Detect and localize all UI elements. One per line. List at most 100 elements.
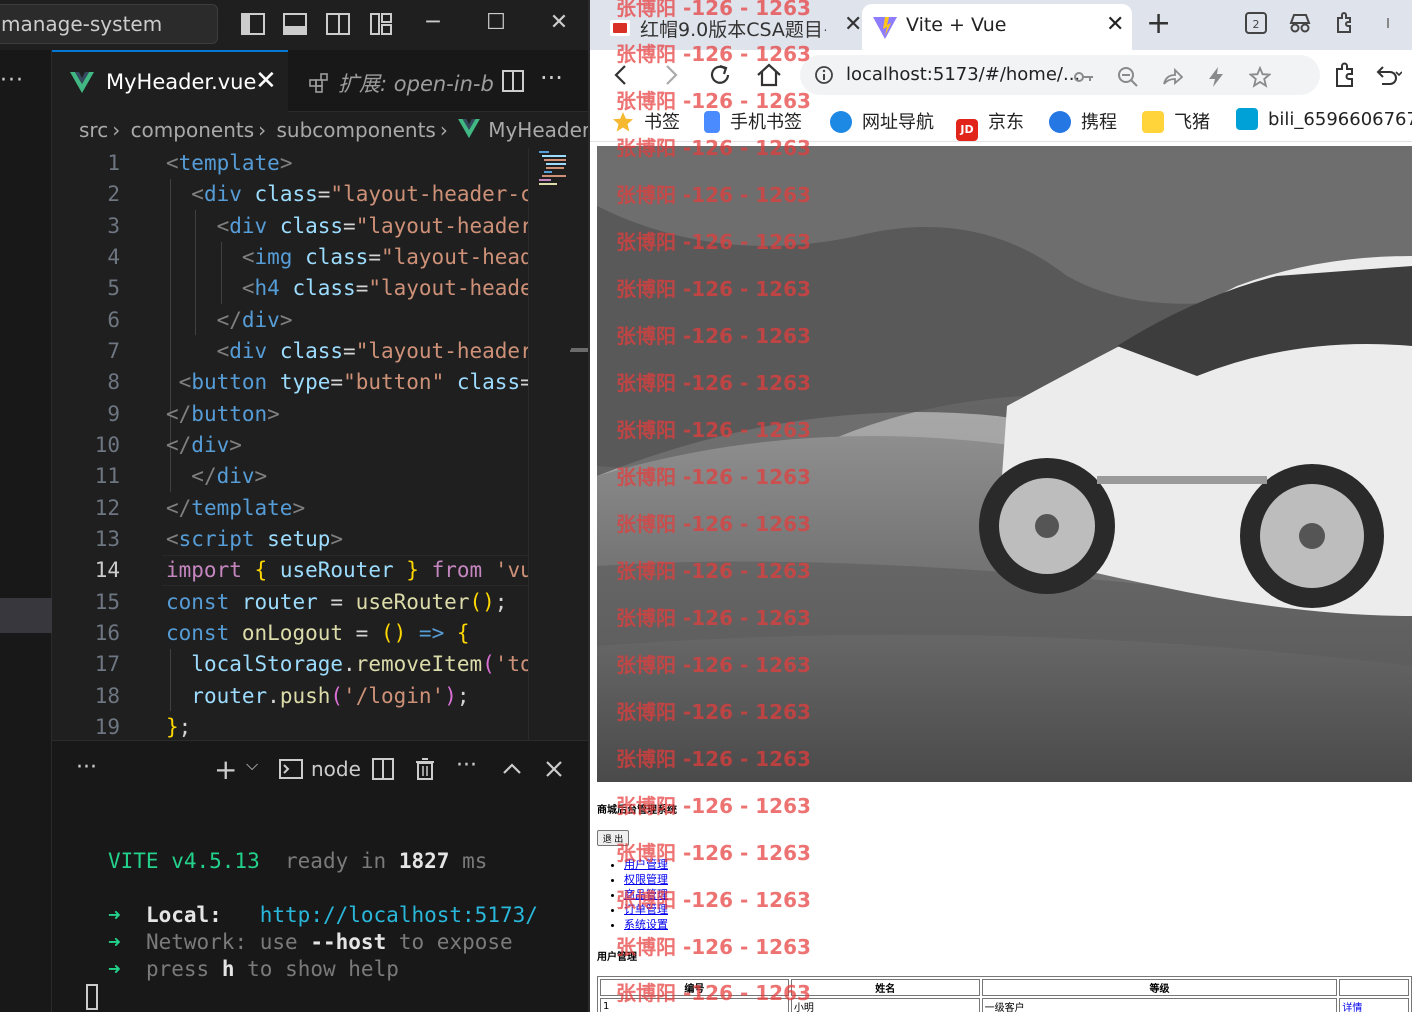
editor-tab-bar: MyHeader.vue ✕ 扩展: open-in-b ··· bbox=[52, 50, 590, 112]
browser-tab-bar: 红帽9.0版本CSA题目+答 ✕ Vite + Vue ✕ + 2 bbox=[590, 0, 1412, 50]
local-url-link[interactable]: http://localhost:5173/ bbox=[260, 903, 538, 927]
code-editor[interactable]: 1 <template> 2 <div class="layout-header-… bbox=[52, 148, 528, 740]
undo-menu-icon[interactable] bbox=[1372, 60, 1403, 90]
share-icon[interactable] bbox=[1161, 66, 1184, 88]
maximize-panel-icon[interactable] bbox=[500, 757, 524, 787]
breadcrumb-item[interactable]: src bbox=[79, 118, 108, 142]
close-tab-icon[interactable]: ✕ bbox=[1106, 12, 1124, 37]
back-icon[interactable] bbox=[606, 60, 636, 90]
menu-item: 商品管理 bbox=[624, 887, 668, 902]
code-line: 5 <h4 class="layout-heade bbox=[52, 273, 528, 304]
menu-link-users[interactable]: 用户管理 bbox=[624, 858, 668, 871]
code-line: 18 router.push('/login'); bbox=[52, 681, 528, 712]
code-line: 19}; bbox=[52, 712, 528, 740]
code-line: 8 <button type="button" class= bbox=[52, 367, 528, 398]
menu-link-settings[interactable]: 系统设置 bbox=[624, 918, 668, 931]
panel-more-icon[interactable]: ··· bbox=[76, 755, 97, 780]
bookmark-item[interactable]: JD 京东 bbox=[956, 108, 1024, 141]
cell-level: 一级客户 bbox=[981, 998, 1338, 1012]
kill-terminal-icon[interactable] bbox=[413, 757, 437, 787]
column-header: 编号 bbox=[600, 979, 789, 996]
tab-count-icon[interactable]: 2 bbox=[1243, 10, 1269, 36]
minimize-button[interactable]: ─ bbox=[418, 8, 448, 38]
more-actions-icon[interactable]: ··· bbox=[540, 64, 563, 92]
password-key-icon[interactable] bbox=[1073, 66, 1095, 88]
terminal-more-icon[interactable]: ··· bbox=[456, 753, 477, 778]
zoom-out-icon[interactable] bbox=[1117, 66, 1139, 88]
close-panel-icon[interactable] bbox=[542, 757, 566, 787]
cell-id: 1 bbox=[600, 998, 789, 1012]
breadcrumb-item[interactable]: components bbox=[131, 118, 255, 142]
split-editor-icon[interactable] bbox=[501, 69, 525, 93]
menu-link-orders[interactable]: 订单管理 bbox=[624, 903, 668, 916]
extension-icon[interactable] bbox=[1330, 60, 1360, 90]
toggle-secondary-sidebar-icon[interactable] bbox=[325, 11, 351, 37]
line-number: 15 bbox=[94, 590, 120, 614]
close-tab-icon[interactable]: ✕ bbox=[255, 66, 277, 96]
terminal-selector[interactable]: node bbox=[279, 757, 361, 781]
new-tab-button[interactable]: + bbox=[1146, 6, 1171, 41]
tab-vite-vue[interactable]: Vite + Vue ✕ bbox=[862, 4, 1132, 50]
bookmark-item[interactable]: bili_65966067671... bbox=[1236, 108, 1412, 130]
close-tab-icon[interactable]: ✕ bbox=[844, 12, 862, 37]
terminal-icon bbox=[279, 759, 303, 779]
breadcrumb-item[interactable]: MyHeader bbox=[488, 118, 590, 142]
line-number: 2 bbox=[107, 182, 120, 206]
bookmark-item[interactable]: 手机书签 bbox=[704, 108, 802, 134]
menu-link-products[interactable]: 商品管理 bbox=[624, 888, 668, 901]
more-icon[interactable]: ··· bbox=[0, 68, 24, 93]
browser-toolbar: localhost:5173/#/home/... bbox=[590, 50, 1412, 100]
incognito-icon[interactable] bbox=[1287, 10, 1313, 36]
split-terminal-icon[interactable] bbox=[371, 757, 395, 787]
reload-icon[interactable] bbox=[705, 60, 735, 90]
cell-name: 小明 bbox=[790, 998, 980, 1012]
address-bar[interactable]: localhost:5173/#/home/... bbox=[800, 55, 1320, 95]
forward-icon[interactable] bbox=[656, 60, 686, 90]
menu-item: 权限管理 bbox=[624, 872, 668, 887]
code-line: 3 <div class="layout-header bbox=[52, 211, 528, 242]
vue-file-icon bbox=[70, 72, 94, 93]
tab-extension[interactable]: 扩展: open-in-b bbox=[308, 68, 494, 98]
activity-bar: ··· bbox=[0, 50, 52, 1012]
bookmarks-bar: 书签 手机书签 网址导航 JD京东 携程 飞猪 bili_65966067671… bbox=[590, 100, 1412, 142]
line-number: 10 bbox=[94, 433, 120, 457]
line-number: 3 bbox=[107, 214, 120, 238]
activity-selected-item[interactable] bbox=[0, 598, 52, 633]
bookmark-item[interactable]: 飞猪 bbox=[1142, 108, 1210, 134]
new-terminal-icon[interactable]: + bbox=[214, 753, 237, 786]
customize-layout-icon[interactable] bbox=[368, 11, 394, 37]
command-center-search[interactable]: manage-system bbox=[0, 4, 218, 44]
edge-icon bbox=[830, 111, 852, 133]
maximize-button[interactable]: ☐ bbox=[481, 8, 511, 38]
line-number: 4 bbox=[107, 245, 120, 269]
details-link[interactable]: 详情 bbox=[1342, 1003, 1362, 1012]
sash-handle[interactable] bbox=[570, 350, 590, 352]
chevron-down-icon[interactable]: ⌵ bbox=[246, 755, 258, 775]
breadcrumb-item[interactable]: subcomponents bbox=[277, 118, 436, 142]
tab-title: 红帽9.0版本CSA题目+答 bbox=[640, 19, 826, 41]
menu-link-permissions[interactable]: 权限管理 bbox=[624, 873, 668, 886]
logout-button[interactable]: 退 出 bbox=[597, 830, 629, 846]
minimap[interactable] bbox=[528, 148, 590, 740]
close-window-button[interactable]: ✕ bbox=[544, 8, 574, 38]
toggle-panel-icon[interactable] bbox=[282, 11, 308, 37]
lightning-icon[interactable] bbox=[1205, 66, 1227, 88]
home-icon[interactable] bbox=[754, 60, 784, 90]
tab-myheader-vue[interactable]: MyHeader.vue ✕ bbox=[52, 50, 288, 112]
terminal-line: ➜ press h to show help bbox=[108, 957, 399, 981]
extensions-puzzle-icon[interactable] bbox=[1332, 10, 1358, 36]
ready-ms: 1827 bbox=[398, 849, 450, 873]
bookmark-star-icon[interactable] bbox=[1248, 65, 1272, 88]
site-info-icon[interactable] bbox=[814, 65, 834, 85]
vscode-window: manage-system ─ ☐ ✕ ··· MyHeader.vue ✕ 扩… bbox=[0, 0, 590, 1012]
cell-action: 详情 bbox=[1339, 998, 1409, 1012]
url-text[interactable]: localhost:5173/#/home/... bbox=[846, 64, 1080, 85]
code-line: 6 </div> bbox=[52, 305, 528, 336]
line-number: 18 bbox=[94, 684, 120, 708]
tab-csa[interactable]: 红帽9.0版本CSA题目+答 ✕ bbox=[598, 6, 862, 44]
line-number: 8 bbox=[107, 370, 120, 394]
bookmark-item[interactable]: 网址导航 bbox=[830, 108, 934, 134]
bookmark-item[interactable]: 携程 bbox=[1049, 108, 1117, 134]
toggle-primary-sidebar-icon[interactable] bbox=[240, 11, 266, 37]
bookmark-item[interactable]: 书签 bbox=[612, 108, 680, 134]
